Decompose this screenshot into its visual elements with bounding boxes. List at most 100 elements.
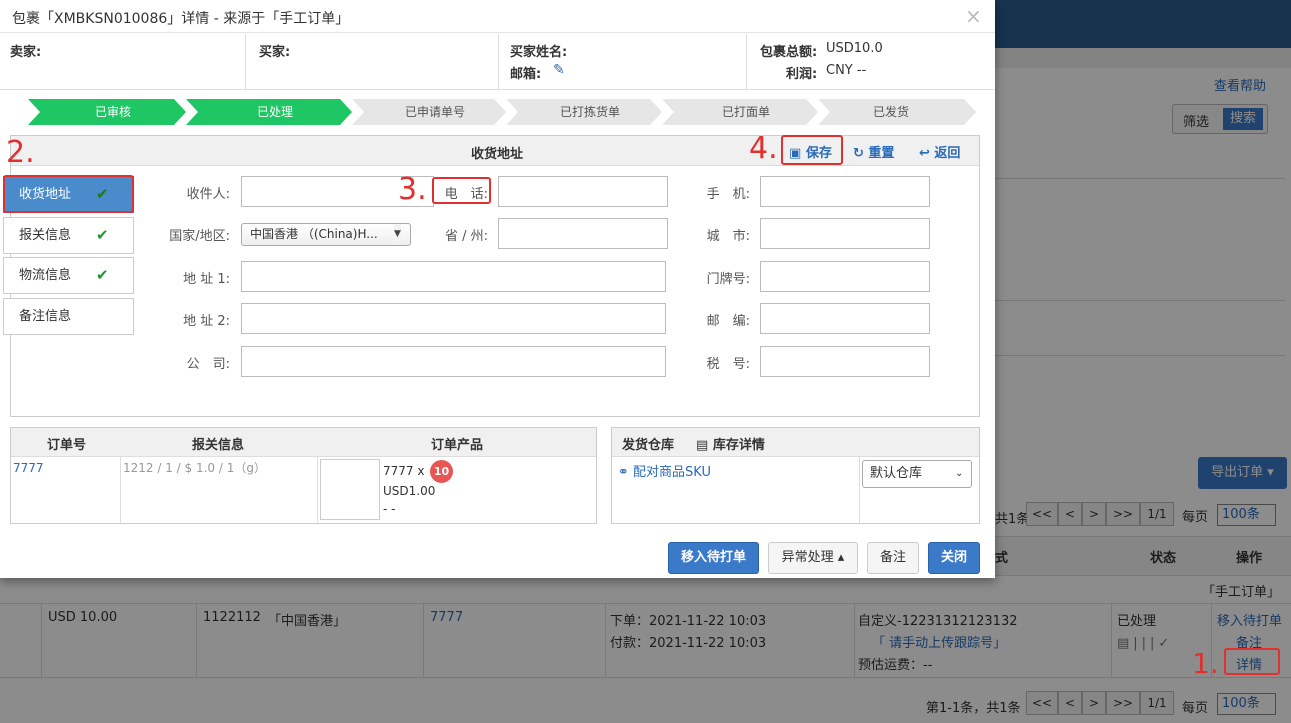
total-label: 包裹总额: <box>760 45 818 60</box>
mobile-input[interactable] <box>760 176 930 207</box>
edit-icon[interactable]: ✎ <box>553 62 565 78</box>
step-shipped: 已发货 <box>872 105 909 119</box>
modal-title: 包裹「XMBKSN010086」详情 - 来源于「手工订单」 <box>12 11 350 27</box>
phone-input[interactable] <box>498 176 668 207</box>
link-icon: ⚭ <box>618 465 634 480</box>
product-qty: 7777 x <box>383 464 425 478</box>
marker-2: 2. <box>6 135 35 170</box>
stock-detail-label: 库存详情 <box>712 438 765 453</box>
checkmark-icon: ✔ <box>96 226 109 244</box>
match-sku-label: 配对商品SKU <box>633 465 711 480</box>
modal-header: 包裹「XMBKSN010086」详情 - 来源于「手工订单」 × <box>0 0 995 33</box>
col-products: 订单产品 <box>431 438 484 453</box>
zipcode-label: 邮 编: <box>706 314 750 329</box>
company-label: 公 司: <box>186 357 230 372</box>
stock-detail-link[interactable]: ▤ 库存详情 <box>696 434 765 453</box>
buyer-name-label: 买家姓名: <box>510 45 568 60</box>
package-detail-modal: 包裹「XMBKSN010086」详情 - 来源于「手工订单」 × 卖家: 买家:… <box>0 0 995 578</box>
marker-1: 1. <box>1192 647 1219 680</box>
tax-number-input[interactable] <box>760 346 930 377</box>
order-table: 订单号 报关信息 订单产品 7777 1212 / 1 / $ 1.0 / 1（… <box>10 427 597 524</box>
recipient-label: 收件人: <box>186 187 230 202</box>
address1-label: 地 址 1: <box>183 272 230 287</box>
address2-input[interactable] <box>241 303 666 334</box>
reset-label: 重置 <box>868 146 895 161</box>
step-tracking-applied: 已申请单号 <box>404 105 465 119</box>
tab-logistics-info[interactable]: 物流信息 ✔ <box>3 257 134 294</box>
col-order-no: 订单号 <box>47 438 87 453</box>
tax-number-label: 税 号: <box>706 357 750 372</box>
order-table-header: 订单号 报关信息 订单产品 <box>11 428 596 457</box>
order-no-link[interactable]: 7777 <box>13 461 44 475</box>
marker-4: 4. <box>749 131 778 166</box>
save-highlight-box <box>781 135 843 165</box>
info-buyer-cell: 买家: <box>246 34 499 89</box>
product-extra: - - <box>383 502 396 516</box>
quantity-badge: 10 <box>430 460 453 483</box>
product-price: USD1.00 <box>383 484 436 498</box>
warehouse-select-value: 默认仓库 <box>870 466 923 481</box>
marker-3: 3. <box>398 172 427 207</box>
warehouse-select[interactable]: 默认仓库 ⌄ <box>862 460 972 488</box>
tab-label: 报关信息 <box>19 228 72 243</box>
step-reviewed: 已审核 <box>94 105 131 119</box>
close-icon[interactable]: × <box>965 4 982 28</box>
move-to-print-button[interactable]: 移入待打单 <box>668 542 759 574</box>
back-button[interactable]: ↩ 返回 <box>919 142 960 161</box>
divider <box>0 89 995 90</box>
city-label: 城 市: <box>706 229 750 244</box>
close-button[interactable]: 关闭 <box>928 542 980 574</box>
province-input[interactable] <box>498 218 668 249</box>
chevron-down-icon: ⌄ <box>955 468 964 479</box>
tab-label: 物流信息 <box>19 268 72 283</box>
province-label: 省 / 州: <box>444 229 488 244</box>
city-input[interactable] <box>760 218 930 249</box>
address-panel-title: 收货地址 <box>471 147 524 162</box>
customs-info: 1212 / 1 / $ 1.0 / 1（g） <box>123 461 266 475</box>
step-label-printed: 已打面单 <box>721 105 770 119</box>
total-value: USD10.0 <box>826 41 883 56</box>
note-button[interactable]: 备注 <box>867 542 919 574</box>
exception-dropdown-button[interactable]: 异常处理 ▴ <box>768 542 858 574</box>
seller-label: 卖家: <box>10 45 42 60</box>
cell-divider <box>317 457 318 523</box>
profit-value: CNY -- <box>826 63 867 78</box>
country-select[interactable]: 中国香港 （(China)H... ▼ <box>241 223 411 246</box>
door-number-label: 门牌号: <box>706 272 750 287</box>
buyer-label: 买家: <box>259 45 291 60</box>
country-label: 国家/地区: <box>169 229 230 244</box>
tab-remarks-info[interactable]: 备注信息 <box>3 298 134 335</box>
match-sku-link[interactable]: ⚭ 配对商品SKU <box>618 461 711 480</box>
email-label: 邮箱: <box>510 67 542 82</box>
info-buyer-name-cell: 买家姓名: 邮箱: ✎ <box>499 34 747 89</box>
warehouse-header: 发货仓库 ▤ 库存详情 <box>612 428 979 457</box>
mobile-label: 手 机: <box>706 187 750 202</box>
cell-divider <box>859 457 860 523</box>
phone-highlight-box <box>432 177 491 204</box>
profit-label: 利润: <box>786 67 818 82</box>
col-customs: 报关信息 <box>192 438 245 453</box>
country-select-value: 中国香港 （(China)H... <box>250 227 378 241</box>
detail-highlight-box <box>1224 648 1280 675</box>
info-total-cell: 包裹总额: USD10.0 利润: CNY -- <box>747 34 995 89</box>
back-label: 返回 <box>934 146 961 161</box>
company-input[interactable] <box>241 346 666 377</box>
cell-divider <box>120 457 121 523</box>
product-image <box>320 459 380 520</box>
tab-label: 备注信息 <box>19 309 72 324</box>
document-icon: ▤ <box>696 438 713 453</box>
reset-button[interactable]: ↻ 重置 <box>853 142 894 161</box>
zipcode-input[interactable] <box>760 303 930 334</box>
address1-input[interactable] <box>241 261 666 292</box>
info-seller-cell: 卖家: <box>0 34 246 89</box>
warehouse-table: 发货仓库 ▤ 库存详情 ⚭ 配对商品SKU 默认仓库 ⌄ <box>611 427 980 524</box>
step-picklist-printed: 已打拣货单 <box>559 105 620 119</box>
address2-label: 地 址 2: <box>183 314 230 329</box>
back-arrow-icon: ↩ <box>919 146 935 161</box>
tab-highlight-box <box>3 175 134 213</box>
step-processed: 已处理 <box>256 105 293 119</box>
refresh-icon: ↻ <box>853 146 869 161</box>
tab-customs-info[interactable]: 报关信息 ✔ <box>3 217 134 254</box>
checkmark-icon: ✔ <box>96 266 109 284</box>
door-number-input[interactable] <box>760 261 930 292</box>
